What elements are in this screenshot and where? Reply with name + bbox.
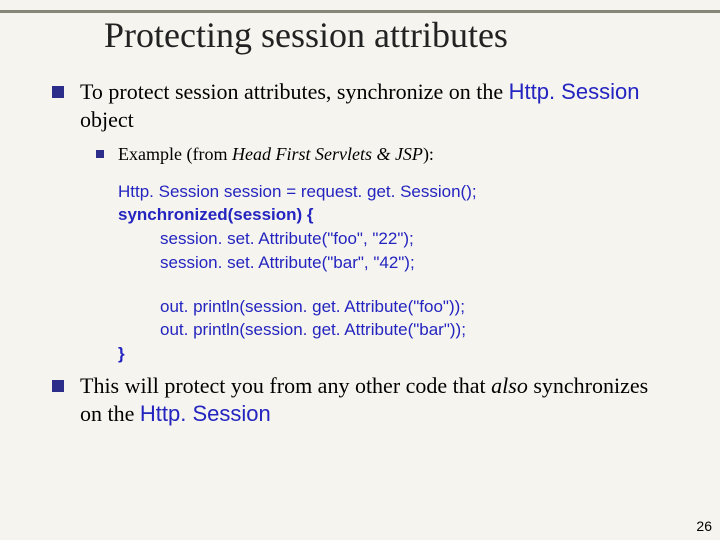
bullet-2-pre: This will protect you from any other cod… [80, 373, 491, 398]
bullet-2-italic: also [491, 373, 528, 398]
bullet-2: This will protect you from any other cod… [52, 372, 672, 427]
code-line: } [118, 342, 672, 366]
code-line: session. set. Attribute("foo", "22"); [118, 227, 672, 251]
title-rule [0, 10, 720, 13]
square-bullet-icon [52, 86, 64, 98]
square-bullet-icon [52, 380, 64, 392]
bullet-2-code: Http. Session [140, 401, 271, 426]
bullet-1-pre: To protect session attributes, synchroni… [80, 79, 509, 104]
code-line: Http. Session session = request. get. Se… [118, 180, 672, 204]
slide-title: Protecting session attributes [104, 14, 508, 56]
bullet-2-text: This will protect you from any other cod… [80, 372, 672, 427]
bullet-1-post: object [80, 107, 134, 132]
square-bullet-icon [96, 150, 104, 158]
bullet-1a-pre: Example (from [118, 144, 232, 164]
slide: Protecting session attributes To protect… [0, 0, 720, 540]
code-line: out. println(session. get. Attribute("ba… [118, 318, 672, 342]
code-blank-line [118, 275, 672, 295]
bullet-1-code: Http. Session [509, 79, 640, 104]
bullet-1a-italic: Head First Servlets & JSP [232, 144, 423, 164]
bullet-1: To protect session attributes, synchroni… [52, 78, 672, 133]
bullet-1a: Example (from Head First Servlets & JSP)… [96, 143, 672, 166]
code-line: synchronized(session) { [118, 203, 672, 227]
page-number: 26 [696, 518, 712, 534]
code-block: Http. Session session = request. get. Se… [118, 180, 672, 367]
code-line: out. println(session. get. Attribute("fo… [118, 295, 672, 319]
bullet-1a-text: Example (from Head First Servlets & JSP)… [118, 143, 434, 166]
bullet-1a-post: ): [423, 144, 434, 164]
code-line: session. set. Attribute("bar", "42"); [118, 251, 672, 275]
slide-body: To protect session attributes, synchroni… [52, 78, 672, 429]
bullet-1-text: To protect session attributes, synchroni… [80, 78, 672, 133]
